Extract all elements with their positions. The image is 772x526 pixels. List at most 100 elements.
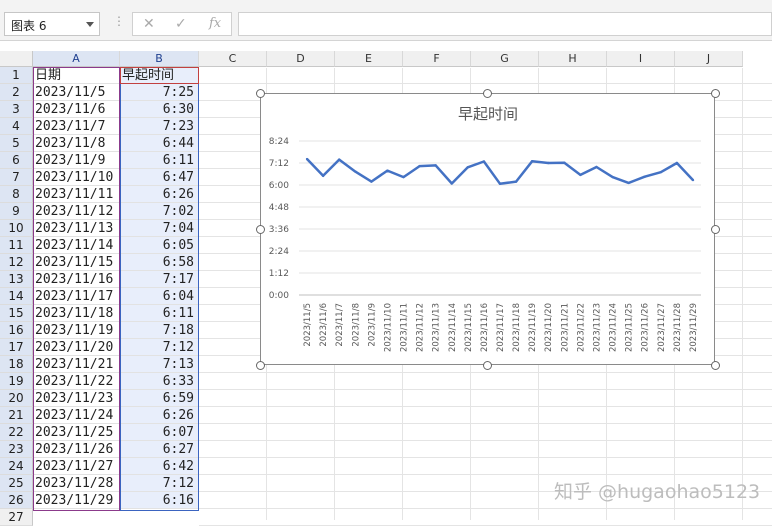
- cell-b15[interactable]: 6:11: [120, 305, 199, 322]
- data-point[interactable]: [338, 158, 341, 161]
- row-header-11[interactable]: 11: [0, 237, 33, 254]
- cell-b22[interactable]: 6:07: [120, 424, 199, 441]
- column-header-j[interactable]: J: [675, 51, 743, 67]
- cell-a21[interactable]: 2023/11/24: [33, 407, 120, 424]
- data-point[interactable]: [530, 159, 534, 163]
- row-header-16[interactable]: 16: [0, 322, 33, 339]
- cell-a2[interactable]: 2023/11/5: [33, 84, 120, 101]
- cell-a3[interactable]: 2023/11/6: [33, 101, 120, 118]
- cell-b18[interactable]: 7:13: [120, 356, 199, 373]
- data-point[interactable]: [498, 182, 502, 185]
- cell-a4[interactable]: 2023/11/7: [33, 118, 120, 135]
- row-header-9[interactable]: 9: [0, 203, 33, 220]
- cell-a24[interactable]: 2023/11/27: [33, 458, 120, 475]
- cell-b24[interactable]: 6:42: [120, 458, 199, 475]
- cell-a17[interactable]: 2023/11/20: [33, 339, 120, 356]
- column-header-g[interactable]: G: [471, 51, 539, 67]
- row-header-22[interactable]: 22: [0, 424, 33, 441]
- row-header-17[interactable]: 17: [0, 339, 33, 356]
- row-header-8[interactable]: 8: [0, 186, 33, 203]
- column-header-c[interactable]: C: [199, 51, 267, 67]
- data-point[interactable]: [370, 180, 373, 183]
- cell-b26[interactable]: 6:16: [120, 492, 199, 509]
- row-header-6[interactable]: 6: [0, 152, 33, 169]
- row-header-20[interactable]: 20: [0, 390, 33, 407]
- cell-b14[interactable]: 6:04: [120, 288, 199, 305]
- resize-handle-bottom[interactable]: [483, 361, 492, 370]
- cell-b10[interactable]: 7:04: [120, 220, 199, 237]
- cell-a7[interactable]: 2023/11/10: [33, 169, 120, 186]
- confirm-icon[interactable]: ✓: [175, 16, 187, 32]
- cell-a26[interactable]: 2023/11/29: [33, 492, 120, 509]
- row-header-19[interactable]: 19: [0, 373, 33, 390]
- cell-a16[interactable]: 2023/11/19: [33, 322, 120, 339]
- select-all-corner[interactable]: [0, 51, 33, 67]
- data-point[interactable]: [579, 173, 582, 177]
- cell-b19[interactable]: 6:33: [120, 373, 199, 390]
- cell-a19[interactable]: 2023/11/22: [33, 373, 120, 390]
- cell-b25[interactable]: 7:12: [120, 475, 199, 492]
- chevron-down-icon[interactable]: [86, 22, 94, 27]
- data-point[interactable]: [659, 170, 662, 174]
- column-header-a[interactable]: A: [33, 51, 120, 67]
- row-header-23[interactable]: 23: [0, 441, 33, 458]
- cell-a6[interactable]: 2023/11/9: [33, 152, 120, 169]
- row-header-21[interactable]: 21: [0, 407, 33, 424]
- cell-b13[interactable]: 7:17: [120, 271, 199, 288]
- row-header-15[interactable]: 15: [0, 305, 33, 322]
- row-header-10[interactable]: 10: [0, 220, 33, 237]
- cell-b16[interactable]: 7:18: [120, 322, 199, 339]
- row-header-26[interactable]: 26: [0, 492, 33, 509]
- cell-a18[interactable]: 2023/11/21: [33, 356, 120, 373]
- resize-handle-left[interactable]: [256, 225, 265, 234]
- cell-b11[interactable]: 6:05: [120, 237, 199, 254]
- cell-a23[interactable]: 2023/11/26: [33, 441, 120, 458]
- row-header-1[interactable]: 1: [0, 67, 33, 84]
- data-point[interactable]: [354, 170, 357, 173]
- cell-a13[interactable]: 2023/11/16: [33, 271, 120, 288]
- data-point[interactable]: [611, 175, 614, 179]
- column-header-b[interactable]: B: [120, 51, 199, 67]
- column-header-i[interactable]: I: [607, 51, 675, 67]
- data-point[interactable]: [402, 175, 405, 179]
- cell-b8[interactable]: 6:26: [120, 186, 199, 203]
- data-point[interactable]: [321, 174, 325, 178]
- data-point[interactable]: [563, 161, 566, 164]
- row-header-2[interactable]: 2: [0, 84, 33, 101]
- column-header-d[interactable]: D: [267, 51, 335, 67]
- resize-handle-bottom-right[interactable]: [711, 361, 720, 370]
- cell-b3[interactable]: 6:30: [120, 101, 199, 118]
- resize-handle-top-right[interactable]: [711, 89, 720, 98]
- data-point[interactable]: [547, 161, 550, 165]
- cell-a1[interactable]: 日期: [33, 67, 120, 84]
- line-chart[interactable]: 早起时间 0:00 1:12 2:24 3:36 4:48 6:00 7:12 8:24 202…: [260, 93, 715, 365]
- name-box[interactable]: 图表 6: [4, 12, 100, 36]
- data-point[interactable]: [434, 164, 437, 167]
- resize-handle-top[interactable]: [483, 89, 492, 98]
- cell-a15[interactable]: 2023/11/18: [33, 305, 120, 322]
- row-header-7[interactable]: 7: [0, 169, 33, 186]
- data-point[interactable]: [691, 178, 695, 182]
- data-point[interactable]: [643, 175, 646, 178]
- row-header-13[interactable]: 13: [0, 271, 33, 288]
- cell-a25[interactable]: 2023/11/28: [33, 475, 120, 492]
- row-header-25[interactable]: 25: [0, 475, 33, 492]
- cell-b6[interactable]: 6:11: [120, 152, 199, 169]
- row-header-4[interactable]: 4: [0, 118, 33, 135]
- cell-a8[interactable]: 2023/11/11: [33, 186, 120, 203]
- data-point[interactable]: [386, 169, 389, 172]
- cell-a9[interactable]: 2023/11/12: [33, 203, 120, 220]
- column-header-f[interactable]: F: [403, 51, 471, 67]
- data-point[interactable]: [627, 181, 630, 185]
- row-header-3[interactable]: 3: [0, 101, 33, 118]
- data-point[interactable]: [450, 182, 453, 185]
- cancel-icon[interactable]: ✕: [143, 16, 155, 32]
- data-point[interactable]: [595, 165, 598, 169]
- resize-handle-top-left[interactable]: [256, 89, 265, 98]
- cell-a5[interactable]: 2023/11/8: [33, 135, 120, 152]
- cell-a14[interactable]: 2023/11/17: [33, 288, 120, 305]
- cell-b12[interactable]: 6:58: [120, 254, 199, 271]
- cell-a10[interactable]: 2023/11/13: [33, 220, 120, 237]
- cell-a12[interactable]: 2023/11/15: [33, 254, 120, 271]
- data-point[interactable]: [675, 161, 679, 165]
